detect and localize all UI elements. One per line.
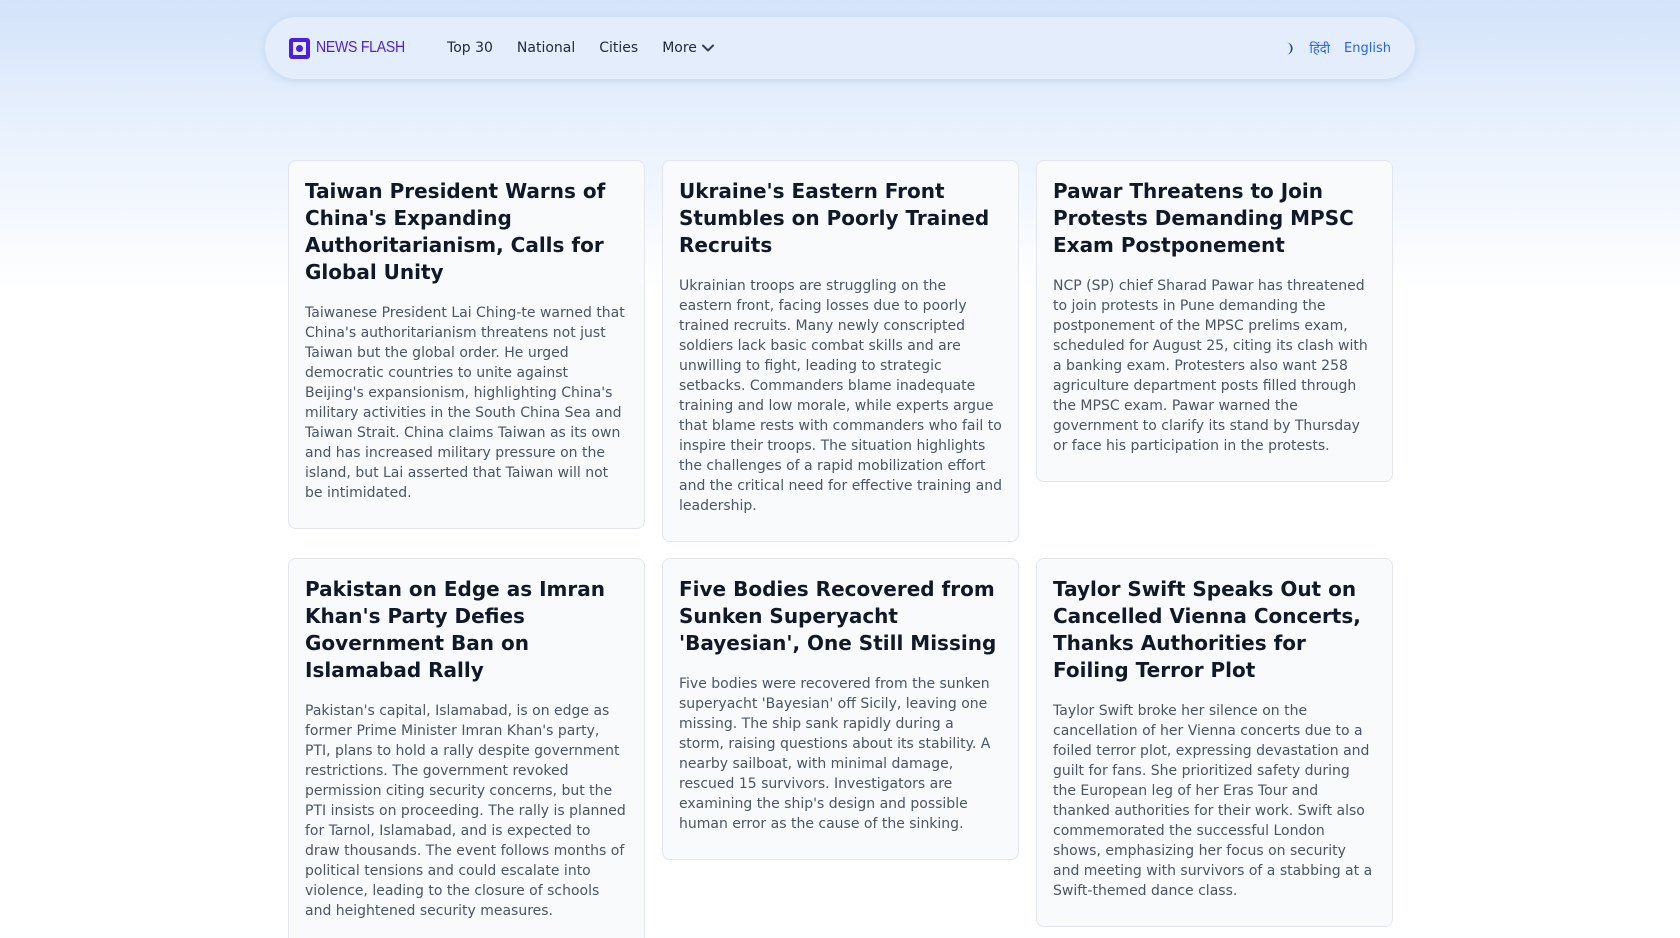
language-hindi-link[interactable]: हिंदी <box>1310 39 1331 57</box>
article-summary: Taylor Swift broke her silence on the ca… <box>1053 703 1373 899</box>
article-title[interactable]: Pawar Threatens to Join Protests Demandi… <box>1053 178 1376 259</box>
logo-mark-icon <box>289 37 310 59</box>
article-card[interactable]: Ukraine's Eastern Front Stumbles on Poor… <box>662 160 1019 542</box>
article-title[interactable]: Taiwan President Warns of China's Expand… <box>305 178 628 286</box>
article-summary: Taiwanese President Lai Ching-te warned … <box>305 305 625 501</box>
article-summary: NCP (SP) chief Sharad Pawar has threaten… <box>1053 278 1368 454</box>
article-title[interactable]: Taylor Swift Speaks Out on Cancelled Vie… <box>1053 576 1376 684</box>
more-dropdown[interactable]: More <box>662 40 714 56</box>
article-card[interactable]: Pakistan on Edge as Imran Khan's Party D… <box>288 558 645 938</box>
logo-text: NEWS FLASH <box>316 39 405 56</box>
article-card[interactable]: Taylor Swift Speaks Out on Cancelled Vie… <box>1036 558 1393 927</box>
nav-right: हिंदी English <box>1280 39 1391 57</box>
top-navbar: NEWS FLASH Top 30 National Cities More ह… <box>265 17 1415 79</box>
nav-links: Top 30 National Cities More <box>447 40 738 56</box>
article-summary: Five bodies were recovered from the sunk… <box>679 676 991 832</box>
nav-link-national[interactable]: National <box>517 40 575 56</box>
chevron-down-icon <box>701 44 714 52</box>
nav-link-top-30[interactable]: Top 30 <box>447 40 493 56</box>
article-card[interactable]: Five Bodies Recovered from Sunken Supery… <box>662 558 1019 860</box>
article-title[interactable]: Ukraine's Eastern Front Stumbles on Poor… <box>679 178 1002 259</box>
article-card[interactable]: Taiwan President Warns of China's Expand… <box>288 160 645 529</box>
language-english-link[interactable]: English <box>1344 41 1391 56</box>
news-flash-logo[interactable]: NEWS FLASH <box>289 37 417 59</box>
article-card[interactable]: Pawar Threatens to Join Protests Demandi… <box>1036 160 1393 482</box>
article-title[interactable]: Five Bodies Recovered from Sunken Supery… <box>679 576 1002 657</box>
article-summary: Ukrainian troops are struggling on the e… <box>679 278 1003 514</box>
article-summary: Pakistan's capital, Islamabad, is on edg… <box>305 703 626 919</box>
more-label: More <box>662 40 697 56</box>
dark-mode-toggle-icon[interactable] <box>1280 41 1293 55</box>
article-title[interactable]: Pakistan on Edge as Imran Khan's Party D… <box>305 576 628 684</box>
nav-link-cities[interactable]: Cities <box>599 40 638 56</box>
articles-grid: Taiwan President Warns of China's Expand… <box>288 160 1393 938</box>
